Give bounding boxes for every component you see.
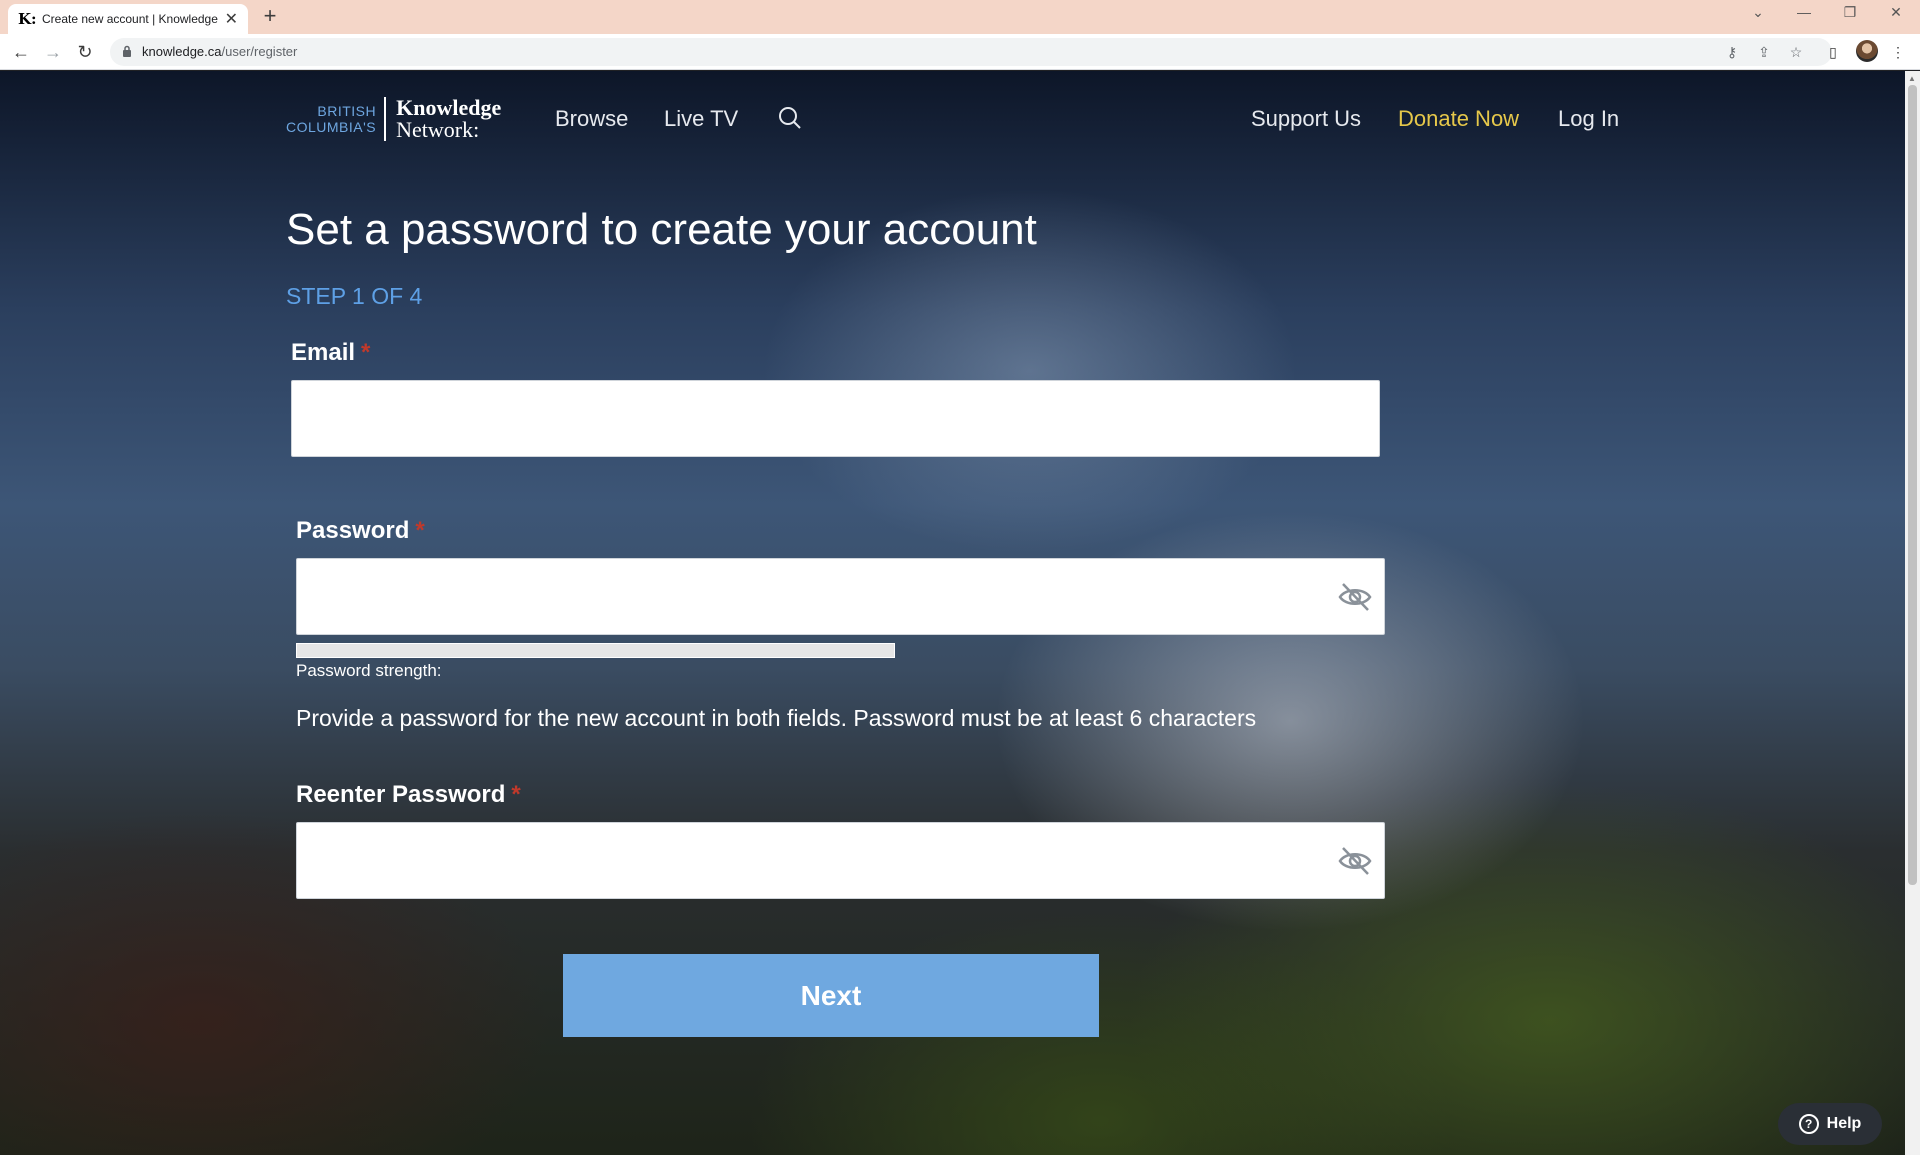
new-tab-button[interactable]: + <box>258 3 282 29</box>
forward-button[interactable]: → <box>41 40 65 64</box>
reenter-password-field[interactable] <box>296 822 1385 899</box>
nav-browse[interactable]: Browse <box>555 106 628 132</box>
lock-icon[interactable] <box>122 45 132 58</box>
back-button[interactable]: ← <box>9 40 33 64</box>
side-panel-icon[interactable]: ▯ <box>1823 42 1843 62</box>
nav-support-us[interactable]: Support Us <box>1251 106 1361 132</box>
password-help-text: Provide a password for the new account i… <box>296 705 1257 731</box>
email-label-text: Email <box>291 339 356 366</box>
logo-big-text: Knowledge Network: <box>396 97 501 141</box>
help-label: Help <box>1826 1115 1862 1132</box>
email-label: Email * <box>291 339 370 367</box>
search-icon[interactable] <box>778 106 802 130</box>
page-title: Set a password to create your account <box>286 205 1037 254</box>
bookmark-star-icon[interactable]: ☆ <box>1786 42 1806 62</box>
browser-toolbar: ← → ↻ knowledge.ca/user/register ⚷ ⇪ ☆ ▯… <box>0 34 1920 70</box>
help-icon: ? <box>1798 1114 1819 1134</box>
tab-close-icon[interactable]: ✕ <box>225 9 238 29</box>
logo-line-british: BRITISH <box>317 103 377 119</box>
browser-tab[interactable]: K: Create new account | Knowledge ✕ <box>8 4 248 34</box>
logo-line-knowledge: Knowledge <box>396 95 502 120</box>
minimize-button[interactable]: — <box>1794 4 1814 20</box>
scroll-up-arrow-icon[interactable]: ▲ <box>1908 74 1916 83</box>
site-logo[interactable]: BRITISH COLUMBIA'S Knowledge Network: <box>286 95 501 143</box>
logo-small-text: BRITISH COLUMBIA'S <box>286 103 376 135</box>
help-button[interactable]: ? Help <box>1778 1103 1882 1145</box>
nav-live-tv[interactable]: Live TV <box>664 106 738 132</box>
nav-donate-now[interactable]: Donate Now <box>1398 106 1519 132</box>
url-text[interactable]: knowledge.ca/user/register <box>142 44 297 59</box>
browser-menu-icon[interactable]: ⋮ <box>1888 42 1908 62</box>
site-favicon-icon: K: <box>18 10 37 28</box>
window-close-button[interactable]: ✕ <box>1886 4 1906 21</box>
password-field[interactable] <box>296 558 1385 635</box>
share-icon[interactable]: ⇪ <box>1754 42 1774 62</box>
tab-search-chevron-icon[interactable]: ⌄ <box>1748 4 1768 21</box>
tab-title: Create new account | Knowledge <box>42 12 218 26</box>
address-bar[interactable]: knowledge.ca/user/register ⚷ ⇪ ☆ <box>110 38 1832 66</box>
page-scrollbar[interactable]: ▲ <box>1905 71 1920 1155</box>
required-asterisk: * <box>415 517 425 544</box>
logo-line-columbias: COLUMBIA'S <box>286 119 377 135</box>
password-key-icon[interactable]: ⚷ <box>1722 42 1742 62</box>
reload-button[interactable]: ↻ <box>73 40 97 64</box>
required-asterisk: * <box>361 339 371 366</box>
password-strength-bar <box>296 643 895 658</box>
reenter-password-label: Reenter Password * <box>296 781 521 809</box>
password-label: Password * <box>296 517 425 545</box>
restore-button[interactable]: ❐ <box>1840 4 1860 21</box>
profile-avatar[interactable] <box>1856 40 1878 62</box>
logo-divider <box>384 97 387 141</box>
eye-slash-icon[interactable] <box>1338 845 1372 877</box>
email-field[interactable] <box>291 380 1380 457</box>
password-strength-label: Password strength: <box>296 661 442 680</box>
password-label-text: Password <box>296 517 410 544</box>
logo-line-network: Network: <box>396 117 480 142</box>
scrollbar-thumb[interactable] <box>1908 85 1917 885</box>
step-indicator: STEP 1 OF 4 <box>286 283 423 309</box>
nav-log-in[interactable]: Log In <box>1558 106 1619 132</box>
tab-strip: K: Create new account | Knowledge ✕ + ⌄ … <box>0 0 1920 34</box>
required-asterisk: * <box>511 781 521 808</box>
page-background: BRITISH COLUMBIA'S Knowledge Network: Br… <box>0 71 1905 1155</box>
eye-slash-icon[interactable] <box>1338 581 1372 613</box>
next-button[interactable]: Next <box>563 954 1099 1037</box>
reenter-password-label-text: Reenter Password <box>296 781 506 808</box>
